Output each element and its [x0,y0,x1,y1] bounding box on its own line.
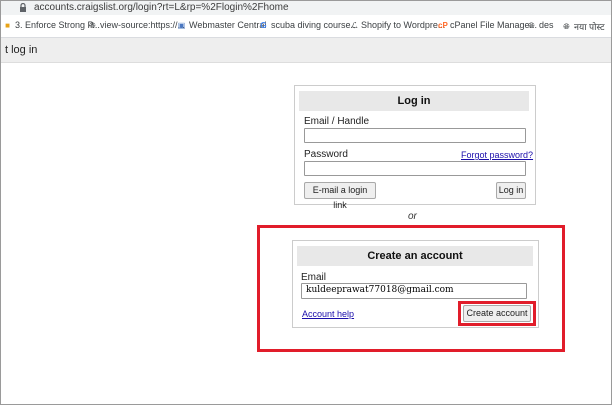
bookmark-item[interactable]: 🌐︎ नया पोस्ट [562,20,605,33]
bookmark-icon: ■ [5,20,10,30]
address-bar[interactable]: accounts.craigslist.org/login?rt=L&rp=%2… [1,1,611,15]
email-handle-label: Email / Handle [304,116,370,127]
login-panel: Log in Email / Handle Password Forgot pa… [294,85,536,210]
email-input-value: kuldeeprawat77018@gmail.com [306,285,454,295]
bookmark-item[interactable]: cP cPanel File Manage... [438,20,537,30]
bookmark-item[interactable]: ▣ Webmaster Central [177,20,267,30]
globe-icon: 🌐︎ [563,22,570,31]
bookmark-item[interactable]: 🌐︎ view-source:https://... [88,20,185,30]
bookmark-label: नया पोस्ट [574,22,605,32]
bookmark-item[interactable]: ℒ Shopify to Wordpre... [349,20,446,30]
account-help-link[interactable]: Account help [302,309,354,319]
globe-icon: 🌐︎ [528,20,535,30]
or-separator: or [408,211,417,222]
login-button[interactable]: Log in [496,182,526,199]
password-input[interactable] [304,161,526,176]
lock-icon [19,2,27,15]
script-icon: ℒ [350,20,357,30]
bookmark-label: Webmaster Central [189,20,267,30]
bookmark-label: scuba diving course... [271,20,359,30]
email-label: Email [301,272,327,283]
page-header: t log in [1,38,611,63]
forgot-password-link[interactable]: Forgot password? [461,150,533,160]
create-account-button[interactable]: Create account [463,305,531,322]
bookmark-label: des [539,20,554,30]
bookmark-item[interactable]: G scuba diving course... [259,20,358,30]
globe-icon: 🌐︎ [89,20,96,30]
cpanel-icon: cP [438,20,448,30]
bookmark-item[interactable]: 🌐︎ des [527,20,554,30]
webmaster-icon: ▣ [177,20,186,30]
email-handle-input[interactable] [304,128,526,143]
bookmark-label: view-source:https://... [100,20,186,30]
bookmark-item[interactable]: ■ 3. Enforce Strong P... [3,20,100,30]
browser-window: accounts.craigslist.org/login?rt=L&rp=%2… [0,0,612,405]
email-login-link-button[interactable]: E-mail a login link [304,182,376,210]
create-account-title: Create an account [297,246,533,266]
email-input[interactable]: kuldeeprawat77018@gmail.com [301,283,527,299]
password-label: Password [304,149,348,160]
page-title: t log in [5,44,38,56]
url-text: accounts.craigslist.org/login?rt=L&rp=%2… [34,2,289,13]
bookmarks-bar: ■ 3. Enforce Strong P... 🌐︎ view-source:… [1,15,611,38]
google-icon: G [260,20,267,30]
bookmark-label: cPanel File Manage... [450,20,538,30]
bookmark-label: Shopify to Wordpre... [361,20,446,30]
login-title: Log in [299,91,529,111]
